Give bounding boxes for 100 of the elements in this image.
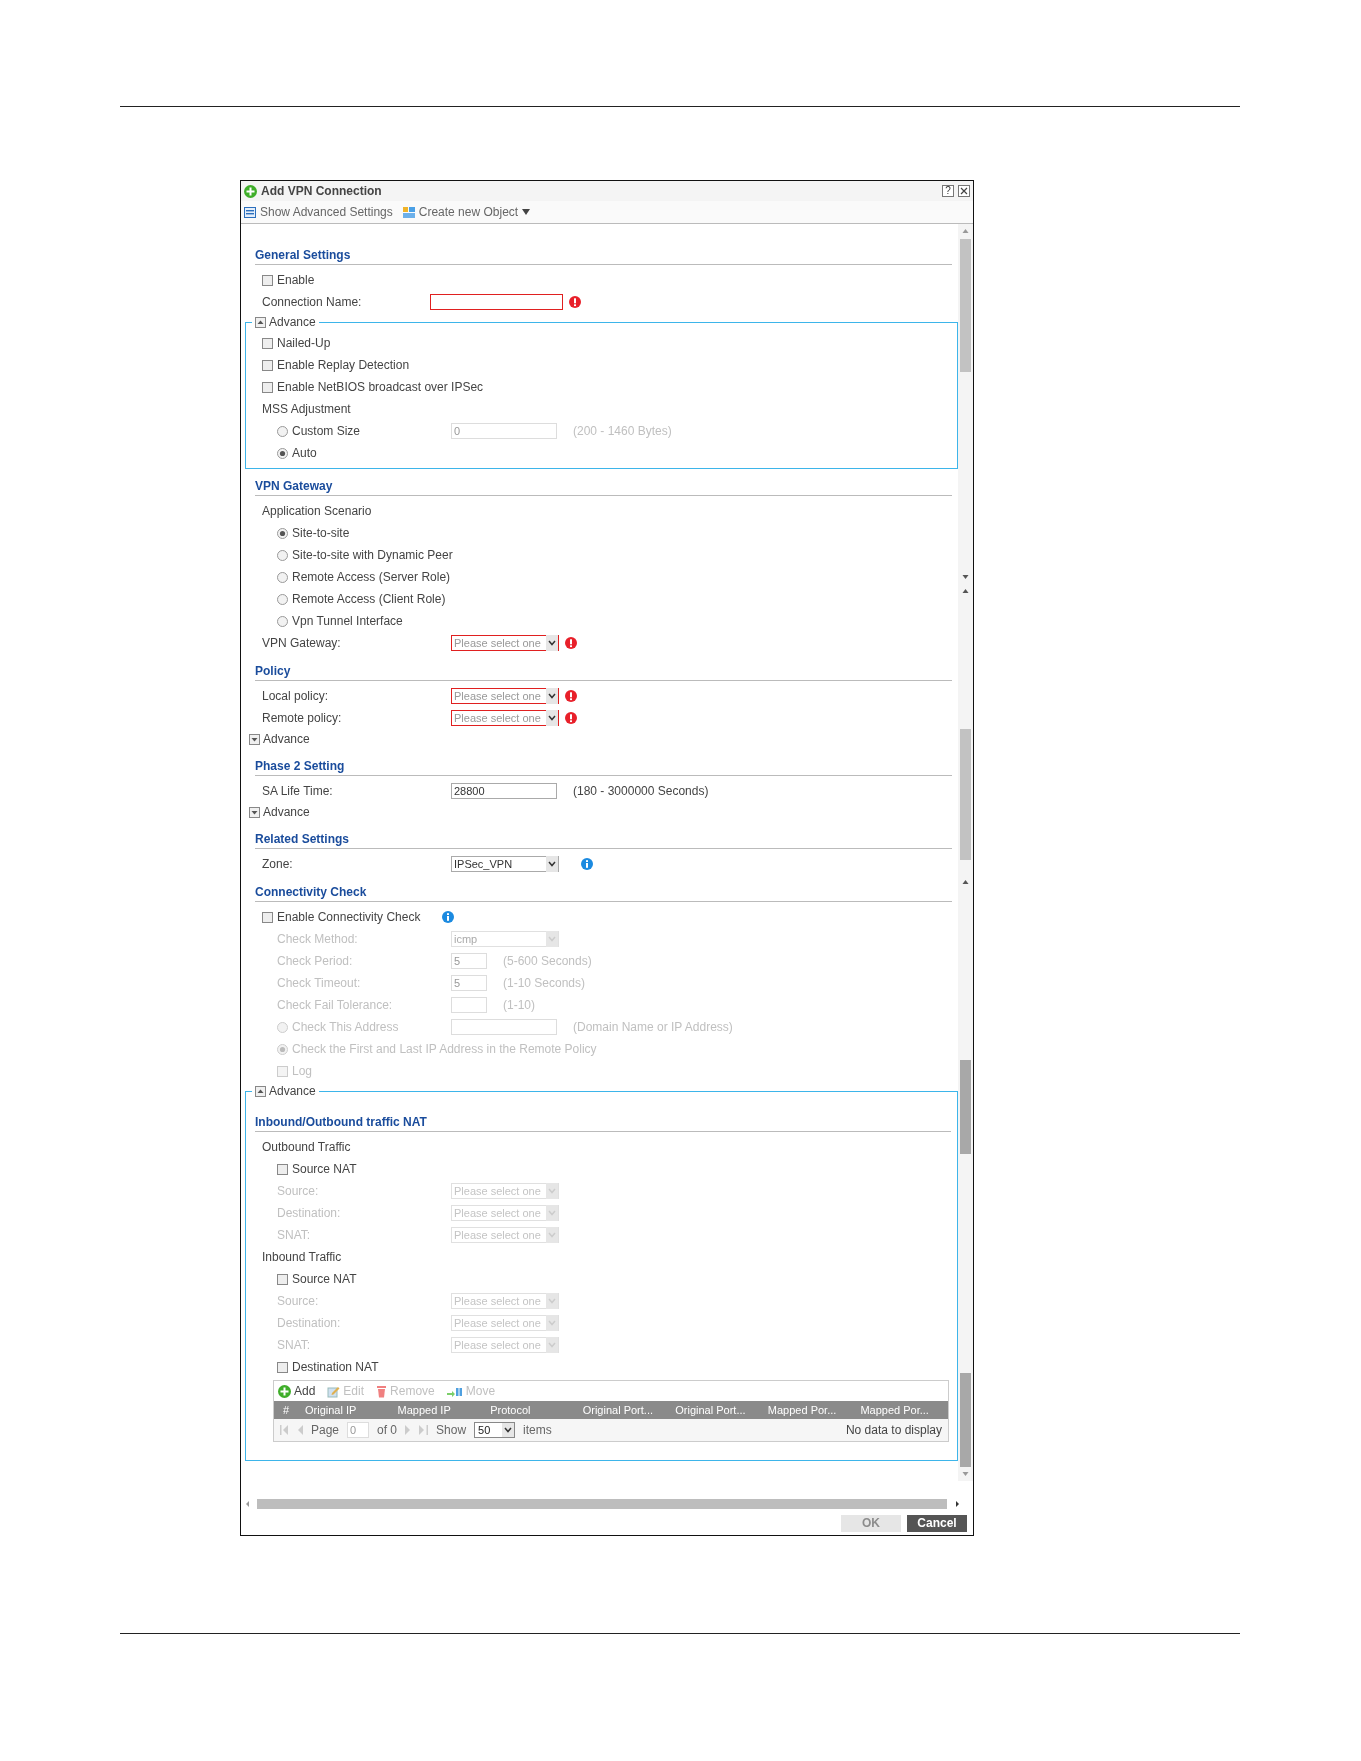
column-header[interactable]: Protocol xyxy=(485,1404,578,1416)
advance-toggle[interactable]: Advance xyxy=(263,732,310,746)
field-label: SNAT: xyxy=(277,1338,312,1352)
radio-label: Vpn Tunnel Interface xyxy=(292,614,403,628)
checkbox[interactable] xyxy=(277,1163,288,1175)
checkbox-label: Enable Replay Detection xyxy=(277,358,410,372)
radio-button[interactable] xyxy=(277,571,288,583)
group-label: Inbound Traffic xyxy=(262,1250,342,1264)
radio-button[interactable] xyxy=(277,425,288,437)
previous-page-icon[interactable] xyxy=(297,1425,303,1435)
field-label: Check Fail Tolerance: xyxy=(277,998,394,1012)
objects-icon[interactable] xyxy=(402,206,415,218)
checkbox-label: Enable Connectivity Check xyxy=(277,910,421,924)
hint-text: (Domain Name or IP Address) xyxy=(573,1020,733,1034)
list-icon[interactable] xyxy=(244,206,256,218)
text-field[interactable]: 28800 xyxy=(451,783,557,799)
column-header[interactable]: Original Port... xyxy=(670,1404,763,1416)
edit-icon[interactable] xyxy=(327,1384,341,1398)
field-label: Zone: xyxy=(262,857,294,871)
toolbar-button[interactable]: Create new Object xyxy=(418,205,519,219)
last-page-icon[interactable] xyxy=(419,1425,429,1435)
section-heading: Connectivity Check xyxy=(255,885,952,902)
checkbox[interactable] xyxy=(262,274,273,286)
advance-toggle[interactable]: Advance xyxy=(263,805,310,819)
column-header[interactable]: Mapped Por... xyxy=(855,1404,948,1416)
radio-button[interactable] xyxy=(277,593,288,605)
section-heading: Phase 2 Setting xyxy=(255,759,952,776)
dialog-button[interactable]: Cancel xyxy=(907,1514,967,1532)
hint-text: (200 - 1460 Bytes) xyxy=(573,424,672,438)
close-icon[interactable] xyxy=(958,185,970,197)
dropdown[interactable]: Please select one xyxy=(451,710,559,726)
checkbox[interactable] xyxy=(262,359,273,371)
vertical-scrollbar[interactable] xyxy=(958,224,973,1481)
field-label: Connection Name: xyxy=(262,295,363,309)
radio-label: Auto xyxy=(292,446,317,460)
info-icon[interactable] xyxy=(442,911,455,923)
text-field[interactable] xyxy=(430,294,563,310)
column-header[interactable]: Original IP xyxy=(300,1404,393,1416)
next-page-icon[interactable] xyxy=(405,1425,412,1435)
section-heading: Related Settings xyxy=(255,832,952,849)
checkbox-label: Source NAT xyxy=(292,1272,357,1286)
field-label: Check Period: xyxy=(277,954,354,968)
column-header[interactable]: Mapped IP xyxy=(392,1404,486,1416)
radio-button[interactable] xyxy=(277,527,288,539)
radio-label: Site-to-site with Dynamic Peer xyxy=(292,548,453,562)
checkbox[interactable] xyxy=(262,911,273,923)
help-button[interactable]: ? xyxy=(942,185,954,197)
info-icon[interactable] xyxy=(581,858,593,870)
field-label: Local policy: xyxy=(262,689,330,703)
group-label: Outbound Traffic xyxy=(262,1140,351,1154)
show-label: Show xyxy=(436,1423,467,1437)
section-heading: Inbound/Outbound traffic NAT xyxy=(255,1115,951,1132)
radio-button[interactable] xyxy=(277,615,288,627)
field-label: Destination: xyxy=(277,1206,342,1220)
field-label: Check Method: xyxy=(277,932,359,946)
page-label: Page xyxy=(311,1423,340,1437)
radio-button[interactable] xyxy=(277,549,288,561)
page-size-dropdown[interactable]: 50 xyxy=(474,1422,516,1438)
toolbar-button[interactable]: Show Advanced Settings xyxy=(260,205,393,219)
page-field[interactable]: 0 xyxy=(347,1422,370,1438)
checkbox[interactable] xyxy=(262,381,273,393)
group-label: MSS Adjustment xyxy=(262,402,351,416)
collapse-icon[interactable] xyxy=(255,1085,266,1097)
group-label: Application Scenario xyxy=(262,504,372,518)
column-header[interactable]: Mapped Por... xyxy=(762,1404,856,1416)
hint-text: (1-10) xyxy=(503,998,535,1012)
checkbox-label: Log xyxy=(292,1064,313,1078)
toolbar-button[interactable]: Add xyxy=(294,1384,316,1398)
field-label: Destination: xyxy=(277,1316,342,1330)
dropdown[interactable]: Please select one xyxy=(451,688,559,704)
checkbox[interactable] xyxy=(277,1273,288,1285)
radio-label: Remote Access (Server Role) xyxy=(292,570,451,584)
radio-label: Site-to-site xyxy=(292,526,350,540)
hint-text: (180 - 3000000 Seconds) xyxy=(573,784,709,798)
window-title: Add VPN Connection xyxy=(261,184,382,198)
first-page-icon[interactable] xyxy=(280,1425,289,1435)
trash-icon[interactable] xyxy=(376,1384,388,1398)
field-label: Source: xyxy=(277,1184,320,1198)
column-header[interactable]: Original Port... xyxy=(577,1404,671,1416)
section-heading: General Settings xyxy=(255,248,952,265)
checkbox-label: Nailed-Up xyxy=(277,336,331,350)
dropdown[interactable]: IPSec_VPN xyxy=(451,856,559,872)
caret-icon[interactable] xyxy=(522,208,531,216)
expand-icon[interactable] xyxy=(249,733,260,745)
add-icon[interactable] xyxy=(278,1384,291,1398)
field-label: VPN Gateway: xyxy=(262,636,342,650)
expand-icon[interactable] xyxy=(249,806,260,818)
items-label: items xyxy=(523,1423,552,1437)
collapse-icon[interactable] xyxy=(255,316,266,328)
section-heading: Policy xyxy=(255,664,952,681)
page-count: of 0 xyxy=(377,1423,398,1437)
empty-message: No data to display xyxy=(845,1423,942,1437)
checkbox-label: Destination NAT xyxy=(292,1360,379,1374)
field-label: Source: xyxy=(277,1294,320,1308)
hint-text: (1-10 Seconds) xyxy=(503,976,586,990)
checkbox[interactable] xyxy=(262,337,273,349)
dropdown[interactable]: Please select one xyxy=(451,635,559,651)
radio-button[interactable] xyxy=(277,447,288,459)
column-header[interactable]: # xyxy=(274,1404,300,1416)
checkbox[interactable] xyxy=(277,1361,288,1373)
